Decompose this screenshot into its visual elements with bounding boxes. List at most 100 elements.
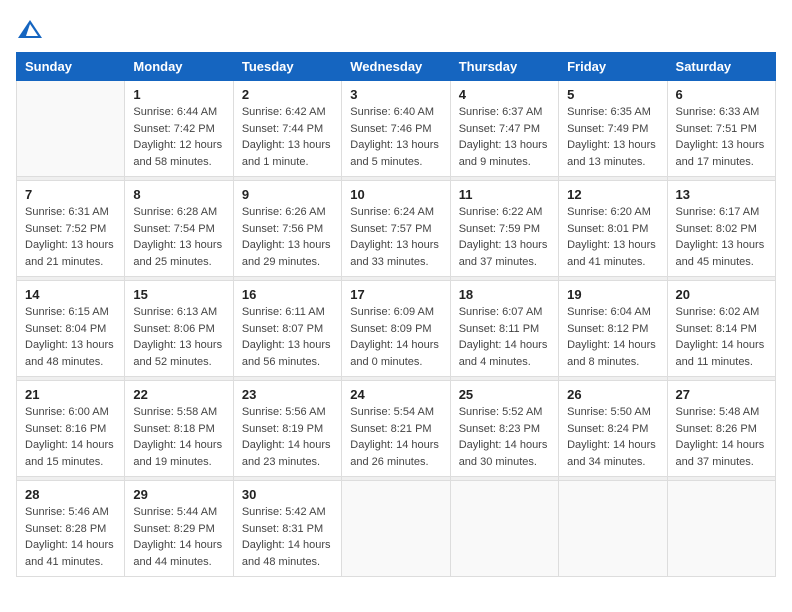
- day-number: 15: [133, 287, 224, 302]
- day-number: 1: [133, 87, 224, 102]
- day-info: Sunrise: 6:24 AMSunset: 7:57 PMDaylight:…: [350, 204, 441, 270]
- day-number: 20: [676, 287, 767, 302]
- day-info: Sunrise: 6:11 AMSunset: 8:07 PMDaylight:…: [242, 304, 333, 370]
- calendar-cell: 7 Sunrise: 6:31 AMSunset: 7:52 PMDaylight…: [17, 181, 125, 277]
- day-number: 13: [676, 187, 767, 202]
- week-row-4: 21 Sunrise: 6:00 AMSunset: 8:16 PMDayligh…: [17, 381, 776, 477]
- day-info: Sunrise: 6:42 AMSunset: 7:44 PMDaylight:…: [242, 104, 333, 170]
- calendar-cell: 22 Sunrise: 5:58 AMSunset: 8:18 PMDayligh…: [125, 381, 233, 477]
- day-header-saturday: Saturday: [667, 53, 775, 81]
- logo-icon: [16, 16, 44, 44]
- calendar-cell: 6Sunrise: 6:33 AMSunset: 7:51 PMDaylight…: [667, 81, 775, 177]
- day-info: Sunrise: 5:56 AMSunset: 8:19 PMDaylight:…: [242, 404, 333, 470]
- day-number: 3: [350, 87, 441, 102]
- day-header-tuesday: Tuesday: [233, 53, 341, 81]
- calendar-cell: 26 Sunrise: 5:50 AMSunset: 8:24 PMDayligh…: [559, 381, 667, 477]
- calendar-cell: 18Sunrise: 6:07 AMSunset: 8:11 PMDayligh…: [450, 281, 558, 377]
- day-info: Sunrise: 6:40 AMSunset: 7:46 PMDaylight:…: [350, 104, 441, 170]
- calendar-cell: 24 Sunrise: 5:54 AMSunset: 8:21 PMDayligh…: [342, 381, 450, 477]
- calendar-cell: 28 Sunrise: 5:46 AMSunset: 8:28 PMDayligh…: [17, 481, 125, 577]
- day-info: Sunrise: 5:44 AMSunset: 8:29 PMDaylight:…: [133, 504, 224, 570]
- calendar-cell: 21 Sunrise: 6:00 AMSunset: 8:16 PMDayligh…: [17, 381, 125, 477]
- day-info: Sunrise: 5:58 AMSunset: 8:18 PMDaylight:…: [133, 404, 224, 470]
- week-row-1: 1 Sunrise: 6:44 AMSunset: 7:42 PMDaylight…: [17, 81, 776, 177]
- day-info: Sunrise: 5:50 AMSunset: 8:24 PMDaylight:…: [567, 404, 658, 470]
- calendar-cell: 5 Sunrise: 6:35 AMSunset: 7:49 PMDaylight…: [559, 81, 667, 177]
- day-info: Sunrise: 6:28 AMSunset: 7:54 PMDaylight:…: [133, 204, 224, 270]
- calendar-cell: 9 Sunrise: 6:26 AMSunset: 7:56 PMDaylight…: [233, 181, 341, 277]
- day-info: Sunrise: 6:20 AMSunset: 8:01 PMDaylight:…: [567, 204, 658, 270]
- calendar-cell: 23 Sunrise: 5:56 AMSunset: 8:19 PMDayligh…: [233, 381, 341, 477]
- day-number: 26: [567, 387, 658, 402]
- day-info: Sunrise: 6:04 AMSunset: 8:12 PMDaylight:…: [567, 304, 658, 370]
- day-number: 8: [133, 187, 224, 202]
- day-number: 14: [25, 287, 116, 302]
- calendar-header-row: SundayMondayTuesdayWednesdayThursdayFrid…: [17, 53, 776, 81]
- day-info: Sunrise: 6:26 AMSunset: 7:56 PMDaylight:…: [242, 204, 333, 270]
- day-number: 18: [459, 287, 550, 302]
- calendar-cell: 25 Sunrise: 5:52 AMSunset: 8:23 PMDayligh…: [450, 381, 558, 477]
- calendar-cell: [450, 481, 558, 577]
- calendar-body: 1 Sunrise: 6:44 AMSunset: 7:42 PMDaylight…: [17, 81, 776, 577]
- calendar-cell: 2 Sunrise: 6:42 AMSunset: 7:44 PMDaylight…: [233, 81, 341, 177]
- day-info: Sunrise: 6:17 AMSunset: 8:02 PMDaylight:…: [676, 204, 767, 270]
- day-number: 28: [25, 487, 116, 502]
- day-info: Sunrise: 5:42 AMSunset: 8:31 PMDaylight:…: [242, 504, 333, 570]
- calendar-cell: 4 Sunrise: 6:37 AMSunset: 7:47 PMDaylight…: [450, 81, 558, 177]
- day-info: Sunrise: 5:48 AMSunset: 8:26 PMDaylight:…: [676, 404, 767, 470]
- day-info: Sunrise: 6:15 AMSunset: 8:04 PMDaylight:…: [25, 304, 116, 370]
- calendar-cell: 10 Sunrise: 6:24 AMSunset: 7:57 PMDayligh…: [342, 181, 450, 277]
- day-info: Sunrise: 6:13 AMSunset: 8:06 PMDaylight:…: [133, 304, 224, 370]
- day-number: 25: [459, 387, 550, 402]
- day-number: 23: [242, 387, 333, 402]
- calendar-cell: 16 Sunrise: 6:11 AMSunset: 8:07 PMDayligh…: [233, 281, 341, 377]
- day-number: 7: [25, 187, 116, 202]
- day-number: 5: [567, 87, 658, 102]
- week-row-2: 7 Sunrise: 6:31 AMSunset: 7:52 PMDaylight…: [17, 181, 776, 277]
- day-header-friday: Friday: [559, 53, 667, 81]
- day-number: 2: [242, 87, 333, 102]
- calendar-cell: 11Sunrise: 6:22 AMSunset: 7:59 PMDayligh…: [450, 181, 558, 277]
- day-info: Sunrise: 6:35 AMSunset: 7:49 PMDaylight:…: [567, 104, 658, 170]
- day-header-thursday: Thursday: [450, 53, 558, 81]
- day-info: Sunrise: 5:54 AMSunset: 8:21 PMDaylight:…: [350, 404, 441, 470]
- day-info: Sunrise: 6:09 AMSunset: 8:09 PMDaylight:…: [350, 304, 441, 370]
- day-number: 16: [242, 287, 333, 302]
- day-number: 30: [242, 487, 333, 502]
- calendar-cell: 8 Sunrise: 6:28 AMSunset: 7:54 PMDaylight…: [125, 181, 233, 277]
- calendar-cell: 20 Sunrise: 6:02 AMSunset: 8:14 PMDayligh…: [667, 281, 775, 377]
- day-info: Sunrise: 5:52 AMSunset: 8:23 PMDaylight:…: [459, 404, 550, 470]
- week-row-3: 14 Sunrise: 6:15 AMSunset: 8:04 PMDayligh…: [17, 281, 776, 377]
- calendar-cell: 3 Sunrise: 6:40 AMSunset: 7:46 PMDaylight…: [342, 81, 450, 177]
- calendar-cell: [17, 81, 125, 177]
- calendar-cell: [342, 481, 450, 577]
- calendar-cell: 13 Sunrise: 6:17 AMSunset: 8:02 PMDayligh…: [667, 181, 775, 277]
- day-number: 29: [133, 487, 224, 502]
- week-row-5: 28 Sunrise: 5:46 AMSunset: 8:28 PMDayligh…: [17, 481, 776, 577]
- calendar-cell: 29 Sunrise: 5:44 AMSunset: 8:29 PMDayligh…: [125, 481, 233, 577]
- calendar-cell: 15 Sunrise: 6:13 AMSunset: 8:06 PMDayligh…: [125, 281, 233, 377]
- day-number: 21: [25, 387, 116, 402]
- calendar-cell: 30 Sunrise: 5:42 AMSunset: 8:31 PMDayligh…: [233, 481, 341, 577]
- day-number: 12: [567, 187, 658, 202]
- calendar: SundayMondayTuesdayWednesdayThursdayFrid…: [16, 52, 776, 577]
- day-info: Sunrise: 6:44 AMSunset: 7:42 PMDaylight:…: [133, 104, 224, 170]
- day-info: Sunrise: 6:31 AMSunset: 7:52 PMDaylight:…: [25, 204, 116, 270]
- header: [16, 16, 776, 44]
- day-info: Sunrise: 6:02 AMSunset: 8:14 PMDaylight:…: [676, 304, 767, 370]
- day-info: Sunrise: 5:46 AMSunset: 8:28 PMDaylight:…: [25, 504, 116, 570]
- day-number: 24: [350, 387, 441, 402]
- day-info: Sunrise: 6:00 AMSunset: 8:16 PMDaylight:…: [25, 404, 116, 470]
- day-number: 9: [242, 187, 333, 202]
- day-number: 10: [350, 187, 441, 202]
- day-info: Sunrise: 6:37 AMSunset: 7:47 PMDaylight:…: [459, 104, 550, 170]
- day-number: 19: [567, 287, 658, 302]
- day-number: 22: [133, 387, 224, 402]
- calendar-cell: 12 Sunrise: 6:20 AMSunset: 8:01 PMDayligh…: [559, 181, 667, 277]
- calendar-cell: 19 Sunrise: 6:04 AMSunset: 8:12 PMDayligh…: [559, 281, 667, 377]
- day-number: 27: [676, 387, 767, 402]
- day-number: 6: [676, 87, 767, 102]
- day-header-monday: Monday: [125, 53, 233, 81]
- day-number: 4: [459, 87, 550, 102]
- calendar-cell: 1 Sunrise: 6:44 AMSunset: 7:42 PMDaylight…: [125, 81, 233, 177]
